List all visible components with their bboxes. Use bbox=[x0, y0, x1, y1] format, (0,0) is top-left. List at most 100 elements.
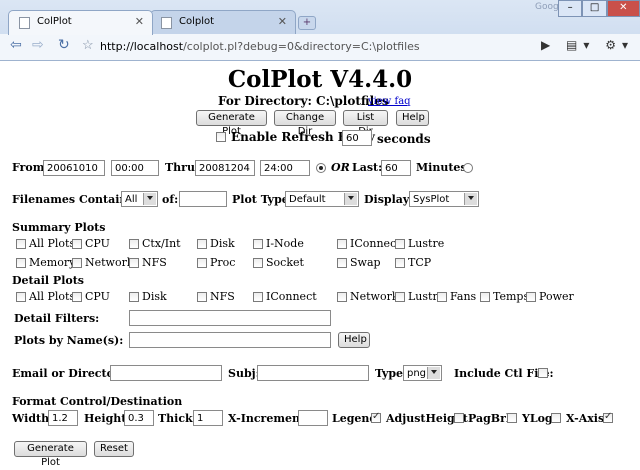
chevron-down-icon bbox=[348, 196, 354, 200]
refresh-seconds-input[interactable]: 60 bbox=[342, 130, 372, 146]
of-label: of: bbox=[162, 193, 179, 206]
detail-checkbox[interactable] bbox=[197, 292, 207, 302]
include-ctl-checkbox[interactable] bbox=[538, 368, 548, 378]
thru-time-input[interactable]: 24:00 bbox=[260, 160, 310, 176]
of-input[interactable] bbox=[179, 191, 227, 207]
summary-checkbox[interactable] bbox=[395, 239, 405, 249]
help-button-2[interactable]: Help bbox=[338, 332, 370, 348]
minutes-label: Minutes bbox=[416, 161, 467, 174]
summary-checkbox-label: IConnect bbox=[350, 237, 401, 250]
summary-checkbox-label: Network bbox=[85, 256, 134, 269]
email-input[interactable] bbox=[110, 365, 222, 381]
maximize-button[interactable]: □ bbox=[582, 0, 607, 17]
summary-checkbox[interactable] bbox=[72, 258, 82, 268]
last-minutes-input[interactable]: 60 bbox=[381, 160, 411, 176]
plot-type-label: Plot Type: bbox=[232, 193, 293, 206]
summary-checkbox[interactable] bbox=[197, 258, 207, 268]
last-minutes-radio[interactable] bbox=[463, 163, 473, 173]
detail-checkbox[interactable] bbox=[129, 292, 139, 302]
summary-checkbox[interactable] bbox=[253, 258, 263, 268]
summary-checkbox-label: Swap bbox=[350, 256, 381, 269]
detail-filters-label: Detail Filters: bbox=[14, 312, 100, 325]
width-input[interactable]: 1.2 bbox=[48, 410, 78, 426]
detail-checkbox[interactable] bbox=[480, 292, 490, 302]
detail-checkbox[interactable] bbox=[253, 292, 263, 302]
generate-plot-button-bottom[interactable]: Generate Plot bbox=[14, 441, 87, 468]
generate-plot-button[interactable]: Generate Plot bbox=[196, 110, 267, 137]
subj-input[interactable] bbox=[257, 365, 369, 381]
summary-plots-heading: Summary Plots bbox=[12, 221, 106, 234]
detail-plots-heading: Detail Plots bbox=[12, 274, 84, 287]
last-label: Last: bbox=[352, 161, 383, 174]
summary-checkbox-label: TCP bbox=[408, 256, 432, 269]
x-increment-label: X-Increment: bbox=[228, 412, 310, 425]
thick-input[interactable]: 1 bbox=[193, 410, 223, 426]
summary-checkbox-label: I-Node bbox=[266, 237, 304, 250]
ylog-checkbox[interactable] bbox=[551, 413, 561, 423]
window-controls: – □ ✕ bbox=[558, 0, 640, 17]
summary-checkbox[interactable] bbox=[129, 258, 139, 268]
close-window-button[interactable]: ✕ bbox=[606, 0, 640, 17]
reload-icon[interactable]: ↻ bbox=[58, 37, 70, 53]
plots-by-name-input[interactable] bbox=[129, 332, 331, 348]
height-input[interactable]: 0.3 bbox=[124, 410, 154, 426]
help-button[interactable]: Help bbox=[396, 110, 429, 126]
summary-checkbox[interactable] bbox=[395, 258, 405, 268]
date-range-radio[interactable] bbox=[316, 163, 326, 173]
detail-filters-input[interactable] bbox=[129, 310, 331, 326]
enable-refresh-checkbox[interactable] bbox=[216, 132, 226, 142]
star-icon[interactable]: ☆ bbox=[82, 38, 94, 53]
filenames-select[interactable]: All bbox=[121, 191, 158, 207]
type-select[interactable]: png bbox=[403, 365, 442, 381]
x-increment-input[interactable] bbox=[298, 410, 328, 426]
detail-checkbox-label: NFS bbox=[210, 290, 235, 303]
adjust-height-checkbox[interactable] bbox=[454, 413, 464, 423]
forward-icon[interactable]: ⇨ bbox=[32, 37, 44, 53]
reset-button[interactable]: Reset bbox=[94, 441, 134, 457]
list-dir-button[interactable]: List Dir bbox=[343, 110, 388, 137]
display-label: Display: bbox=[364, 193, 414, 206]
browser-chrome: Google – □ ✕ ColPlot ✕ Colplot ✕ + ⇦ ⇨ ↻… bbox=[0, 0, 640, 61]
tab-colplot-active[interactable]: ColPlot ✕ bbox=[8, 10, 153, 35]
detail-checkbox[interactable] bbox=[16, 292, 26, 302]
toolbar-menu-icons[interactable]: ▶ ▤▾ ⚙▾ bbox=[541, 38, 634, 52]
summary-checkbox[interactable] bbox=[337, 258, 347, 268]
summary-checkbox-label: Memory bbox=[29, 256, 76, 269]
summary-checkbox[interactable] bbox=[197, 239, 207, 249]
thru-date-input[interactable]: 20081204 bbox=[195, 160, 255, 176]
ylog-label: YLog bbox=[522, 412, 553, 425]
summary-checkbox[interactable] bbox=[72, 239, 82, 249]
close-tab-icon[interactable]: ✕ bbox=[135, 15, 144, 28]
detail-checkbox-label: Network bbox=[350, 290, 399, 303]
pagbrk-checkbox[interactable] bbox=[507, 413, 517, 423]
plot-type-select[interactable]: Default bbox=[285, 191, 359, 207]
x-axis-label: X-Axis bbox=[566, 412, 605, 425]
x-axis-checkbox[interactable] bbox=[603, 411, 613, 423]
detail-checkbox[interactable] bbox=[526, 292, 536, 302]
detail-checkbox[interactable] bbox=[72, 292, 82, 302]
toolbar: ⇦ ⇨ ↻ ☆ http://localhost/colplot.pl?debu… bbox=[0, 34, 640, 60]
plots-by-name-label: Plots by Name(s): bbox=[14, 334, 124, 347]
minimize-button[interactable]: – bbox=[558, 0, 583, 17]
legend-checkbox[interactable] bbox=[371, 411, 381, 423]
detail-plots-grid: All Plots CPU Disk NFS IConnect Network Lustre… bbox=[0, 290, 640, 308]
detail-checkbox[interactable] bbox=[337, 292, 347, 302]
tab-colplot-2[interactable]: Colplot ✕ bbox=[150, 10, 296, 34]
close-tab-icon[interactable]: ✕ bbox=[278, 15, 287, 28]
back-icon[interactable]: ⇦ bbox=[10, 37, 22, 53]
summary-checkbox[interactable] bbox=[16, 239, 26, 249]
detail-checkbox[interactable] bbox=[437, 292, 447, 302]
summary-checkbox[interactable] bbox=[253, 239, 263, 249]
display-select[interactable]: SysPlot bbox=[409, 191, 479, 207]
summary-checkbox[interactable] bbox=[337, 239, 347, 249]
summary-plots-grid: All Plots CPU Ctx/Int Disk I-Node IConnect Lus… bbox=[0, 237, 640, 273]
detail-checkbox[interactable] bbox=[395, 292, 405, 302]
new-tab-button[interactable]: + bbox=[298, 16, 316, 30]
view-faq-link[interactable]: view faq bbox=[368, 96, 411, 107]
from-time-input[interactable]: 00:00 bbox=[111, 160, 159, 176]
change-dir-button[interactable]: Change Dir bbox=[274, 110, 336, 137]
from-date-input[interactable]: 20061010 bbox=[43, 160, 105, 176]
summary-checkbox[interactable] bbox=[129, 239, 139, 249]
address-bar[interactable]: http://localhost/colplot.pl?debug=0&dire… bbox=[100, 37, 550, 56]
summary-checkbox[interactable] bbox=[16, 258, 26, 268]
